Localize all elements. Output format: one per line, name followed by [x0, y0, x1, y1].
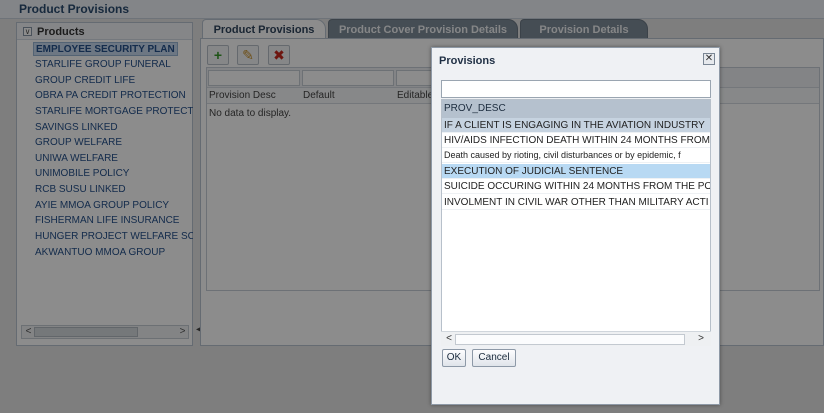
ok-button[interactable]: OK — [442, 349, 466, 367]
scrollbar-thumb[interactable] — [455, 334, 685, 345]
column-header-prov-desc: PROV_DESC — [444, 103, 506, 114]
provisions-dialog: Provisions ✕ PROV_DESC IF A CLIENT IS EN… — [431, 47, 720, 405]
provisions-search-input[interactable] — [441, 80, 711, 98]
provisions-list-header[interactable]: PROV_DESC — [442, 100, 710, 118]
dialog-title: Provisions — [439, 55, 496, 67]
provisions-horizontal-scrollbar[interactable]: < > — [441, 331, 711, 346]
provision-row[interactable]: Death caused by rioting, civil disturban… — [442, 148, 710, 163]
provision-row[interactable]: SUICIDE OCCURING WITHIN 24 MONTHS FROM T… — [442, 179, 710, 194]
provision-row[interactable]: EXECUTION OF JUDICIAL SENTENCE — [442, 164, 710, 179]
provision-row[interactable]: INVOLMENT IN CIVIL WAR OTHER THAN MILITA… — [442, 195, 710, 210]
close-icon[interactable]: ✕ — [703, 53, 715, 65]
scroll-right-icon[interactable]: > — [695, 333, 707, 345]
cancel-button[interactable]: Cancel — [472, 349, 516, 367]
provisions-list: PROV_DESC IF A CLIENT IS ENGAGING IN THE… — [441, 99, 711, 346]
scroll-left-icon[interactable]: < — [443, 333, 455, 345]
provision-row[interactable]: HIV/AIDS INFECTION DEATH WITHIN 24 MONTH… — [442, 133, 710, 148]
provision-row[interactable]: IF A CLIENT IS ENGAGING IN THE AVIATION … — [442, 118, 710, 133]
